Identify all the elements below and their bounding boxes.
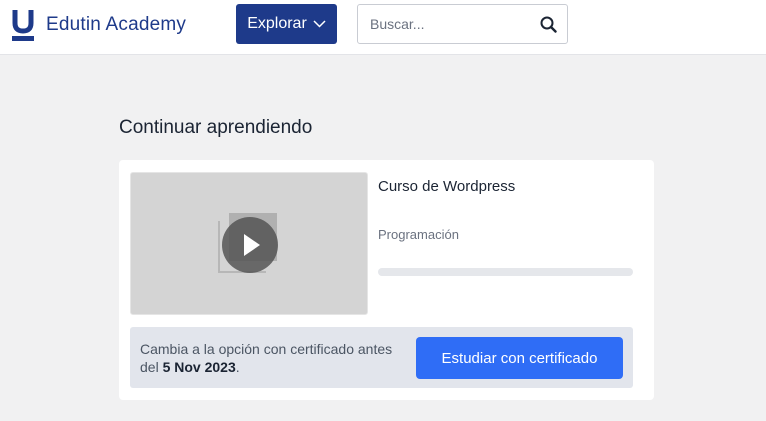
explore-button[interactable]: Explorar [236,4,337,44]
study-with-certificate-button[interactable]: Estudiar con certificado [416,337,623,379]
course-progress-bar [378,268,633,276]
page-title: Continuar aprendiendo [119,117,313,138]
brand-logo[interactable]: Edutin Academy [12,8,186,42]
course-thumbnail[interactable] [130,172,368,315]
brand-name: Edutin Academy [46,14,187,35]
course-title[interactable]: Curso de Wordpress [378,178,515,195]
search-box [357,4,568,44]
explore-label: Explorar [247,15,307,32]
certificate-banner: Cambia a la opción con certificado antes… [130,327,633,388]
search-icon[interactable] [540,16,557,33]
certificate-message: Cambia a la opción con certificado antes… [140,340,410,376]
edutin-logo-icon [12,9,34,41]
chevron-down-icon [313,20,326,28]
course-card: Curso de Wordpress Programación Cambia a… [119,160,654,400]
certificate-message-end: . [235,359,240,375]
top-header: Edutin Academy Explorar [0,0,766,55]
play-icon[interactable] [222,217,278,273]
certificate-deadline: 5 Nov 2023 [162,359,236,375]
course-category: Programación [378,227,459,242]
search-input[interactable] [359,6,529,42]
